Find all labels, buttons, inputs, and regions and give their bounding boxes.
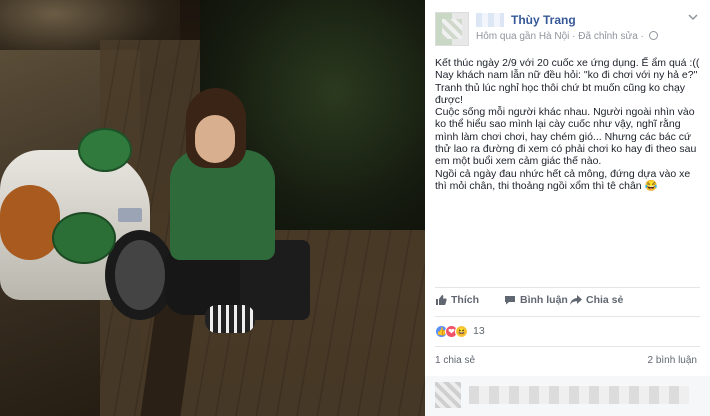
author-name[interactable]: Thùy Trang (511, 13, 576, 27)
post-paragraph: Nay khách nam lẫn nữ đều hỏi: "ko đi chơ… (435, 69, 698, 82)
share-button[interactable]: Chia sẻ (570, 294, 623, 306)
post-meta-text: Hôm qua gần Hà Nội · Đã chỉnh sửa · (476, 31, 644, 42)
like-label: Thích (451, 294, 479, 306)
comment-button[interactable]: Bình luận (504, 294, 568, 306)
photo-shoe (205, 305, 255, 333)
post-meta: Hôm qua gần Hà Nội · Đã chỉnh sửa · (476, 31, 658, 42)
photo-orange-bag (0, 185, 60, 260)
divider (435, 316, 700, 317)
commenter-avatar[interactable] (435, 382, 461, 408)
action-bar: Thích Bình luận Chia sẻ (435, 294, 700, 312)
post-body: Kết thúc ngày 2/9 với 20 cuốc xe ứng dụn… (435, 57, 703, 192)
comment-icon (505, 296, 515, 305)
post-paragraph: Cuộc sống mỗi người khác nhau. Người ngo… (435, 106, 700, 168)
thumbs-up-icon (436, 295, 447, 305)
comment-row (425, 376, 710, 416)
author-avatar[interactable] (435, 12, 469, 46)
photo-green-helmet-2 (52, 212, 116, 264)
post-paragraph: Kết thúc ngày 2/9 với 20 cuốc xe ứng dụn… (435, 57, 700, 69)
haha-reaction-icon: 😆 (455, 324, 468, 338)
globe-icon (648, 31, 658, 40)
post-paragraph: Ngồi cả ngày đau nhức hết cả mông, đứng … (435, 167, 694, 192)
chevron-down-icon[interactable] (686, 12, 700, 26)
reactions-summary[interactable]: 👍 ❤ 😆 13 (435, 323, 485, 339)
share-count-link[interactable]: 1 chia sẻ (435, 355, 475, 366)
like-button[interactable]: Thích (435, 294, 479, 306)
blurred-name-prefix (476, 13, 504, 27)
divider (435, 346, 700, 347)
divider (435, 287, 700, 288)
photo-phone (118, 208, 142, 222)
share-icon (570, 295, 582, 305)
blurred-comment (469, 386, 689, 404)
post-paragraph: Tranh thủ lúc nghỉ học thôi chứ bt muốn … (435, 81, 688, 106)
post-photo[interactable] (0, 0, 425, 416)
photo-green-helmet (78, 128, 132, 172)
photo-person-face (195, 115, 235, 163)
reaction-count: 13 (473, 325, 485, 337)
post-panel: Thùy Trang Hôm qua gần Hà Nội · Đã chỉnh… (425, 0, 710, 416)
post-header: Thùy Trang Hôm qua gần Hà Nội · Đã chỉnh… (435, 10, 700, 46)
comment-count-link[interactable]: 2 bình luận (648, 355, 698, 366)
comment-label: Bình luận (520, 294, 568, 306)
share-label: Chia sẻ (586, 294, 624, 306)
